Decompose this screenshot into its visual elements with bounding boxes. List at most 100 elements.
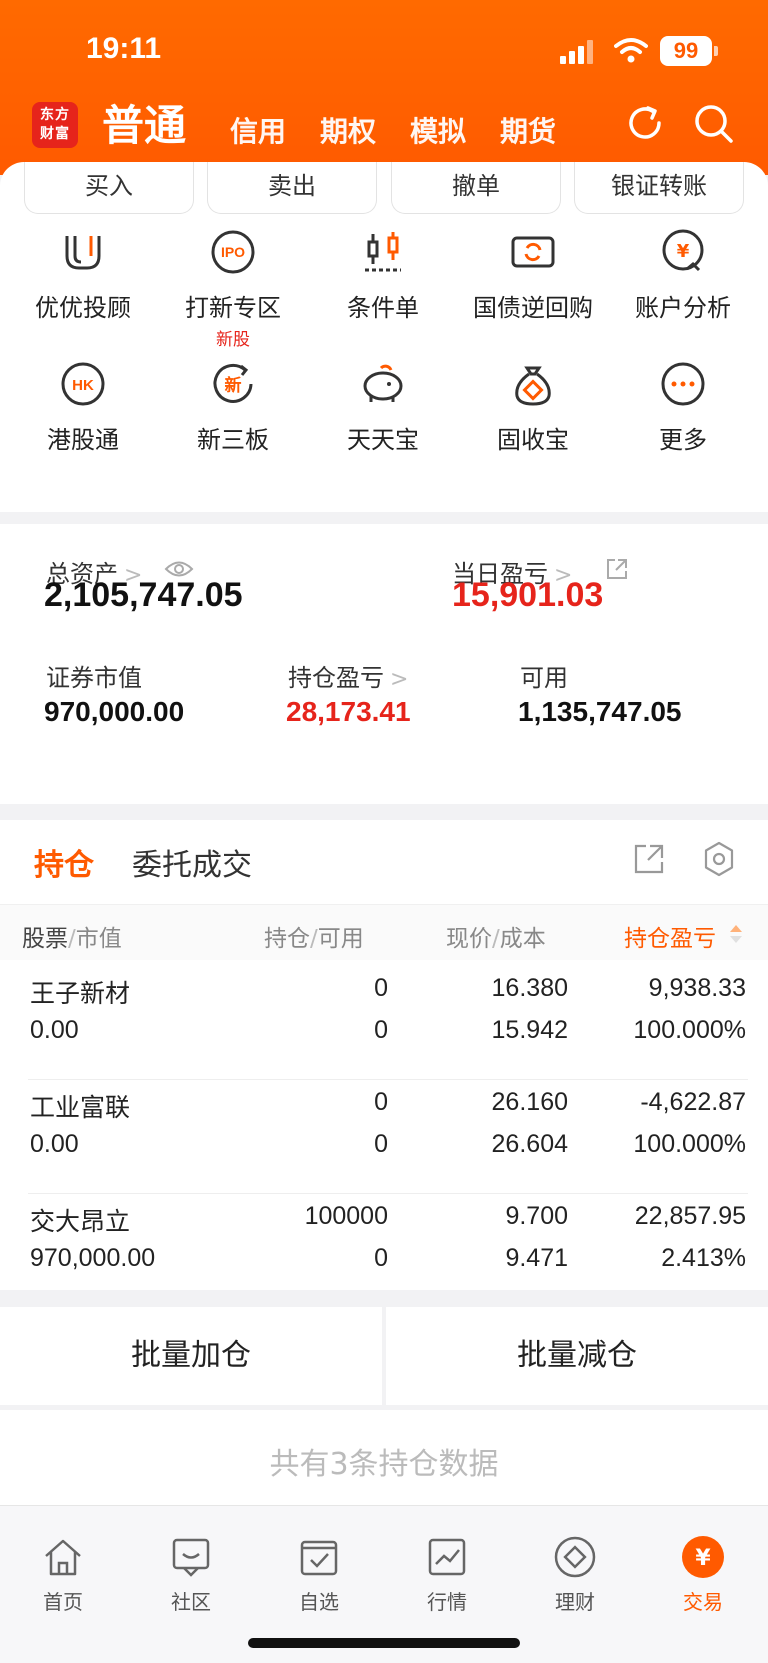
service-conditional-order[interactable]: 条件单 <box>308 226 458 323</box>
search-icon[interactable] <box>692 102 736 146</box>
market-value-label: 证券市值 <box>46 664 142 692</box>
tab-label: 自选 <box>299 1590 339 1614</box>
tab-market[interactable]: 行情 <box>402 1534 492 1615</box>
table-row[interactable]: 交大昂立 970,000.00 100000 0 9.700 9.471 22,… <box>0 1194 768 1308</box>
total-assets-value: 2,105,747.05 <box>44 576 243 614</box>
service-label: 打新专区 <box>185 294 281 322</box>
share-icon[interactable] <box>632 842 666 876</box>
service-label: 国债逆回购 <box>473 294 593 322</box>
hk-icon: HK <box>61 362 105 406</box>
bank-transfer-button[interactable]: 银证转账 <box>574 162 744 214</box>
service-more[interactable]: 更多 <box>608 358 758 455</box>
tab-simulation[interactable]: 模拟 <box>410 110 466 150</box>
holdings-card: 持仓 委托成交 股票/市值 持仓/可用 现价/成本 持仓盈亏 王子新材 0.00… <box>0 820 768 1290</box>
stock-pnl: 9,938.33 <box>648 974 746 1002</box>
col-pnl[interactable]: 持仓盈亏 <box>624 919 716 973</box>
services-card: 买入 卖出 撤单 银证转账 优优投顾 IPO 打新专区 新股 条件单 国债逆回购… <box>0 162 768 512</box>
svg-text:IPO: IPO <box>221 244 245 260</box>
tab-label: 理财 <box>555 1590 595 1614</box>
app-logo: 东方 财富 <box>32 102 78 148</box>
buy-button[interactable]: 买入 <box>24 162 194 214</box>
position-pnl-label: 持仓盈亏 <box>288 664 384 692</box>
service-account-analysis[interactable]: ¥ 账户分析 <box>608 226 758 323</box>
available-value: 1,135,747.05 <box>518 696 682 727</box>
stock-market-value: 970,000.00 <box>30 1244 156 1272</box>
bond-icon <box>511 236 555 268</box>
col-stock-value[interactable]: 股票/市值 <box>22 919 122 973</box>
sort-icon[interactable] <box>728 923 744 945</box>
stock-pnl-pct: 100.000% <box>633 1016 746 1044</box>
refresh-icon[interactable] <box>624 102 666 144</box>
stock-available: 0 <box>374 1244 388 1272</box>
tab-futures[interactable]: 期货 <box>500 110 556 150</box>
service-label: 更多 <box>659 426 707 454</box>
service-reverse-repo[interactable]: 国债逆回购 <box>458 226 608 323</box>
available-label: 可用 <box>520 664 568 692</box>
col-cost-label: 成本 <box>499 926 546 952</box>
holdings-summary: 共有3条持仓数据 <box>0 1410 768 1510</box>
wifi-icon <box>614 38 648 63</box>
new-stock-badge: 新股 <box>216 330 250 350</box>
tab-holdings[interactable]: 持仓 <box>34 840 94 884</box>
service-neeq[interactable]: 新 新三板 <box>158 358 308 455</box>
assets-card: 总资产 > 2,105,747.05 当日盈亏 > 15,901.03 证券市值 9… <box>0 524 768 804</box>
tab-community[interactable]: 社区 <box>146 1534 236 1615</box>
service-label: 条件单 <box>347 294 419 322</box>
stock-pnl-pct: 2.413% <box>661 1244 746 1272</box>
tab-wealth[interactable]: 理财 <box>530 1534 620 1615</box>
stock-available: 0 <box>374 1130 388 1158</box>
stock-price: 16.380 <box>491 974 568 1002</box>
position-pnl-link[interactable]: 持仓盈亏 > <box>288 658 408 693</box>
tab-trade[interactable]: ¥ 交易 <box>658 1534 748 1615</box>
service-label: 天天宝 <box>347 426 419 454</box>
service-hk-connect[interactable]: HK 港股通 <box>8 358 158 455</box>
table-row[interactable]: 王子新材 0.00 0 0 16.380 15.942 9,938.33 100… <box>0 966 768 1080</box>
batch-add-button[interactable]: 批量加仓 <box>0 1307 382 1405</box>
status-time: 19:11 <box>86 32 162 65</box>
tab-watchlist[interactable]: 自选 <box>274 1534 364 1615</box>
stock-position: 0 <box>374 974 388 1002</box>
tab-normal[interactable]: 普通 <box>102 92 186 153</box>
col-price-label: 现价 <box>446 926 492 952</box>
stock-available: 0 <box>374 1016 388 1044</box>
stock-market-value: 0.00 <box>30 1130 79 1158</box>
stock-pnl: -4,622.87 <box>640 1088 746 1116</box>
tab-options[interactable]: 期权 <box>320 110 376 150</box>
yuan-chart-icon: ¥ <box>662 229 704 272</box>
service-fixed-income[interactable]: 固收宝 <box>458 358 608 455</box>
service-uu-advisor[interactable]: 优优投顾 <box>8 226 158 323</box>
service-label: 优优投顾 <box>35 294 131 322</box>
cellular-signal-icon <box>560 40 594 64</box>
wealth-icon <box>554 1536 596 1578</box>
tab-orders[interactable]: 委托成交 <box>132 840 252 884</box>
service-ipo[interactable]: IPO 打新专区 新股 <box>158 226 308 350</box>
sell-button[interactable]: 卖出 <box>207 162 377 214</box>
stock-cost: 15.942 <box>491 1016 568 1044</box>
status-bar: 19:11 99 <box>0 28 768 74</box>
stock-market-value: 0.00 <box>30 1016 79 1044</box>
tab-home[interactable]: 首页 <box>18 1534 108 1615</box>
svg-text:¥: ¥ <box>695 1546 711 1571</box>
uu-icon <box>65 236 101 270</box>
daily-pnl-value: 15,901.03 <box>452 576 604 614</box>
col-position-available[interactable]: 持仓/可用 <box>264 919 364 973</box>
stock-position: 0 <box>374 1088 388 1116</box>
col-value-label: 市值 <box>75 926 122 952</box>
chevron-right-icon: > <box>390 667 409 692</box>
col-price-cost[interactable]: 现价/成本 <box>446 919 546 973</box>
table-row[interactable]: 工业富联 0.00 0 0 26.160 26.604 -4,622.87 10… <box>0 1080 768 1194</box>
service-tiantianbao[interactable]: 天天宝 <box>308 358 458 455</box>
service-label: 港股通 <box>47 426 119 454</box>
gear-icon[interactable] <box>700 840 738 878</box>
tab-credit[interactable]: 信用 <box>230 110 286 150</box>
stock-cost: 9.471 <box>505 1244 568 1272</box>
col-stock-label: 股票 <box>22 926 68 952</box>
holdings-header-row: 股票/市值 持仓/可用 现价/成本 持仓盈亏 <box>0 904 768 960</box>
home-indicator <box>248 1638 520 1648</box>
tab-label: 社区 <box>171 1590 211 1614</box>
stock-name: 交大昂立 <box>30 1207 131 1236</box>
cancel-order-button[interactable]: 撤单 <box>391 162 561 214</box>
external-link-icon[interactable] <box>604 556 630 582</box>
account-type-nav: 东方 财富 普通 信用 期权 模拟 期货 <box>0 98 768 158</box>
batch-reduce-button[interactable]: 批量减仓 <box>386 1307 768 1405</box>
